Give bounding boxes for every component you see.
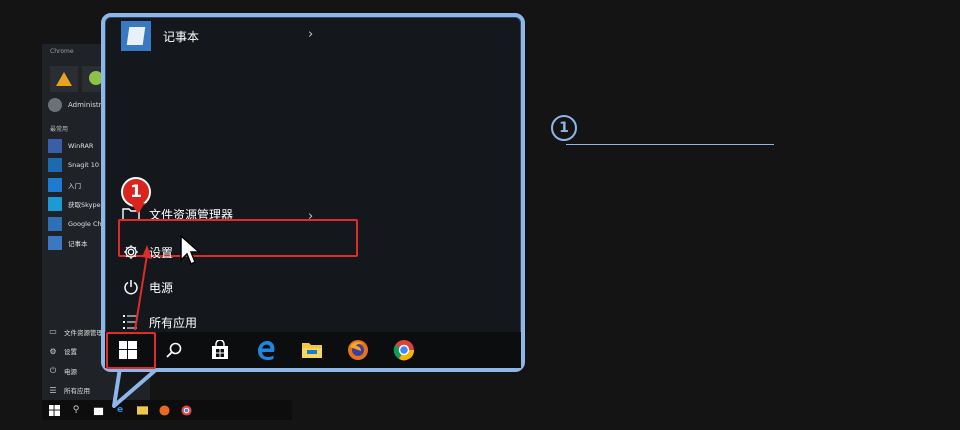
firefox-icon[interactable]	[335, 332, 381, 368]
list-item-label: Snagit 10	[68, 161, 100, 170]
winrar-icon	[48, 138, 62, 153]
right-annotation-line	[566, 144, 774, 145]
tutorial-screenshot: Chrome Administrator 最常用 WinRAR Snagit 1…	[0, 0, 960, 430]
edge-icon[interactable]	[243, 332, 289, 368]
bg-item-label: 电源	[64, 367, 77, 376]
store-icon[interactable]	[197, 332, 243, 368]
list-item-label: WinRAR	[68, 141, 94, 150]
snagit-icon	[48, 158, 62, 173]
zoomed-taskbar	[105, 332, 521, 368]
bg-item-label: 设置	[64, 348, 77, 357]
red-arrow	[134, 245, 152, 331]
notepad-label: 记事本	[163, 29, 200, 44]
gear-icon: ⚙	[49, 346, 57, 356]
search-icon[interactable]: ⚲	[70, 404, 82, 416]
zoomed-start-menu-callout: 记事本 › 文件资源管理器 › 设置 电源 所有应用	[101, 13, 525, 372]
list-item-label: 获取Skype	[68, 201, 101, 210]
notepad-icon	[48, 236, 62, 251]
search-icon[interactable]	[151, 332, 197, 368]
store-icon[interactable]	[92, 404, 104, 416]
callout-tail	[112, 368, 160, 408]
right-step-badge: 1	[551, 115, 577, 141]
windows-start-icon[interactable]	[48, 404, 60, 416]
power-icon: ⏻	[49, 365, 57, 375]
badge-pointer	[131, 203, 145, 214]
bg-frequent-heading: 最常用	[50, 126, 69, 133]
mouse-cursor-icon	[180, 235, 201, 266]
bg-top-label: Chrome	[50, 48, 74, 55]
folder-icon: ▭	[49, 327, 57, 337]
skype-icon	[48, 197, 62, 212]
chrome-icon	[48, 216, 62, 231]
notepad-icon	[121, 21, 151, 51]
list-icon: ☰	[49, 385, 57, 395]
file-explorer-icon[interactable]	[289, 332, 335, 368]
bg-item-label: 所有应用	[64, 387, 90, 396]
start-button-highlight-box	[106, 332, 156, 369]
list-item-label: 记事本	[68, 240, 88, 249]
get-started-icon	[48, 177, 62, 192]
chevron-right-icon[interactable]: ›	[308, 27, 313, 42]
chrome-icon[interactable]	[180, 404, 192, 416]
list-item-label: 入门	[68, 181, 81, 190]
bg-live-tile[interactable]	[50, 66, 78, 92]
notepad-item[interactable]: 记事本	[121, 21, 199, 51]
avatar	[48, 98, 62, 112]
chrome-icon[interactable]	[381, 332, 427, 368]
